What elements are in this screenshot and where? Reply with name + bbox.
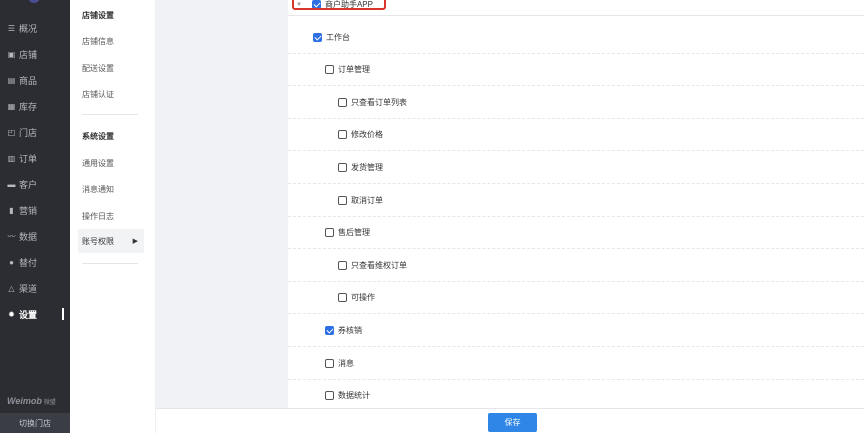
customer-icon: ▬ [7, 179, 16, 189]
subnav-divider [82, 114, 138, 115]
subnav-item-store-info[interactable]: 店铺信息 [82, 36, 114, 47]
permission-label: 可操作 [351, 293, 375, 302]
nav-item-store[interactable]: ▣ 店铺 [0, 43, 70, 65]
subnav-group-store-settings: 店铺设置 [82, 11, 114, 20]
nav-item-settings[interactable]: ✹ 设置 [0, 303, 70, 325]
checkbox-modify-price[interactable] [338, 130, 347, 139]
permission-label: 订单管理 [338, 65, 370, 74]
nav-label: 库存 [19, 101, 38, 112]
save-button[interactable]: 保存 [488, 413, 537, 432]
permission-label: 修改价格 [351, 130, 383, 139]
permission-row: 修改价格 [288, 119, 864, 151]
subnav-item-delivery[interactable]: 配送设置 [82, 63, 114, 74]
subnav-item-account-permissions[interactable]: 账号权限 ▶ [78, 229, 144, 253]
goods-icon: ▤ [7, 75, 16, 85]
nav-label: 营销 [19, 205, 38, 216]
marketing-icon: ▮ [9, 205, 14, 215]
switch-store-button[interactable]: 切换门店 [0, 413, 70, 433]
permission-label: 工作台 [326, 33, 350, 42]
nav-label: 概况 [19, 23, 38, 34]
permission-row: 数据统计 [288, 380, 864, 408]
subnav-divider [82, 263, 138, 264]
checkbox-data-stats[interactable] [325, 391, 334, 400]
nav-item-order[interactable]: ▥ 订单 [0, 147, 70, 169]
nav-label: 商品 [19, 75, 38, 86]
nav-item-pay[interactable]: ● 替付 [0, 251, 70, 273]
store-icon: ▣ [7, 49, 16, 59]
nav-label: 店铺 [19, 49, 38, 60]
footer-bar: 保存 [156, 408, 864, 433]
logo-avatar [0, 0, 70, 6]
shop-icon: ◰ [7, 127, 16, 137]
caret-right-icon: ▶ [132, 238, 138, 245]
permission-label: 消息 [338, 359, 354, 368]
nav-label: 设置 [19, 309, 38, 320]
settings-icon: ✹ [8, 309, 15, 319]
nav-item-customer[interactable]: ▬ 客户 [0, 173, 70, 195]
permission-row: 工作台 [288, 22, 864, 54]
permission-label: 券核销 [338, 326, 362, 335]
subnav-item-label: 账号权限 [82, 236, 114, 246]
permission-label: 数据统计 [338, 391, 370, 400]
overview-icon: ☰ [7, 23, 16, 33]
permission-row: 只查看订单列表 [288, 87, 864, 119]
subnav-item-operation-log[interactable]: 操作日志 [82, 211, 114, 222]
checkbox-order-management[interactable] [325, 65, 334, 74]
permission-row: 券核销 [288, 315, 864, 347]
nav-label: 门店 [19, 127, 38, 138]
nav-label: 渠道 [19, 283, 38, 294]
permission-label: 售后管理 [338, 228, 370, 237]
permission-label: 取消订单 [351, 196, 383, 205]
subnav-item-general[interactable]: 通用设置 [82, 158, 114, 169]
permission-row: 发货管理 [288, 152, 864, 184]
checkbox-view-order-list[interactable] [338, 98, 347, 107]
permission-row: 可操作 [288, 282, 864, 314]
nav-label: 客户 [19, 179, 38, 190]
permission-row: 售后管理 [288, 217, 864, 249]
nav-item-data[interactable]: 〰数据 [0, 225, 70, 247]
checkbox-coupon-verify[interactable] [325, 326, 334, 335]
checkbox-shipping[interactable] [338, 163, 347, 172]
brand-logo: Weimob 微盟 [7, 396, 56, 406]
permission-row: 取消订单 [288, 185, 864, 217]
permission-label: 只查看维权订单 [351, 261, 407, 270]
subnav-item-store-auth[interactable]: 店铺认证 [82, 89, 114, 100]
checkbox-workbench[interactable] [313, 33, 322, 42]
nav-label: 订单 [19, 153, 38, 164]
permission-tree-panel: ▼ 商户助手APP 工作台 订单管理 只查看订单列表 修改价格 发货管理 取消订… [288, 0, 864, 408]
permission-row: 订单管理 [288, 54, 864, 86]
permission-label: 只查看订单列表 [351, 98, 407, 107]
nav-item-overview[interactable]: ☰ 概况 [0, 17, 70, 39]
nav-label: 数据 [19, 231, 38, 242]
nav-item-shop[interactable]: ◰ 门店 [0, 121, 70, 143]
checkbox-cancel-order[interactable] [338, 196, 347, 205]
checkbox-messages[interactable] [325, 359, 334, 368]
subnav-group-system-settings: 系统设置 [82, 132, 114, 141]
nav-item-marketing[interactable]: ▮ 营销 [0, 199, 70, 221]
order-icon: ▥ [7, 153, 16, 163]
permission-row: 只查看维权订单 [288, 250, 864, 282]
checkbox-after-sales[interactable] [325, 228, 334, 237]
highlight-annotation [292, 0, 386, 10]
main-content: ▼ 商户助手APP 工作台 订单管理 只查看订单列表 修改价格 发货管理 取消订… [156, 0, 864, 433]
inventory-icon: ▦ [7, 101, 16, 111]
data-icon: 〰 [7, 231, 16, 241]
nav-label: 替付 [19, 257, 38, 268]
pay-icon: ● [9, 257, 14, 267]
nav-item-inventory[interactable]: ▦ 库存 [0, 95, 70, 117]
settings-subnav: 店铺设置 店铺信息 配送设置 店铺认证 系统设置 通用设置 消息通知 操作日志 … [70, 0, 156, 433]
main-sidebar: ☰ 概况 ▣ 店铺 ▤ 商品 ▦ 库存 ◰ 门店 ▥ 订单 ▬ 客户 ▮ 营销 〰数据 ● 替付 … [0, 0, 70, 433]
nav-item-goods[interactable]: ▤ 商品 [0, 69, 70, 91]
permission-label: 发货管理 [351, 163, 383, 172]
permission-row: 消息 [288, 348, 864, 380]
channel-icon: △ [8, 283, 15, 293]
checkbox-view-rights-orders[interactable] [338, 261, 347, 270]
nav-item-channel[interactable]: △ 渠道 [0, 277, 70, 299]
subnav-item-notifications[interactable]: 消息通知 [82, 184, 114, 195]
checkbox-operable[interactable] [338, 293, 347, 302]
permission-row-root: ▼ 商户助手APP [288, 0, 864, 16]
